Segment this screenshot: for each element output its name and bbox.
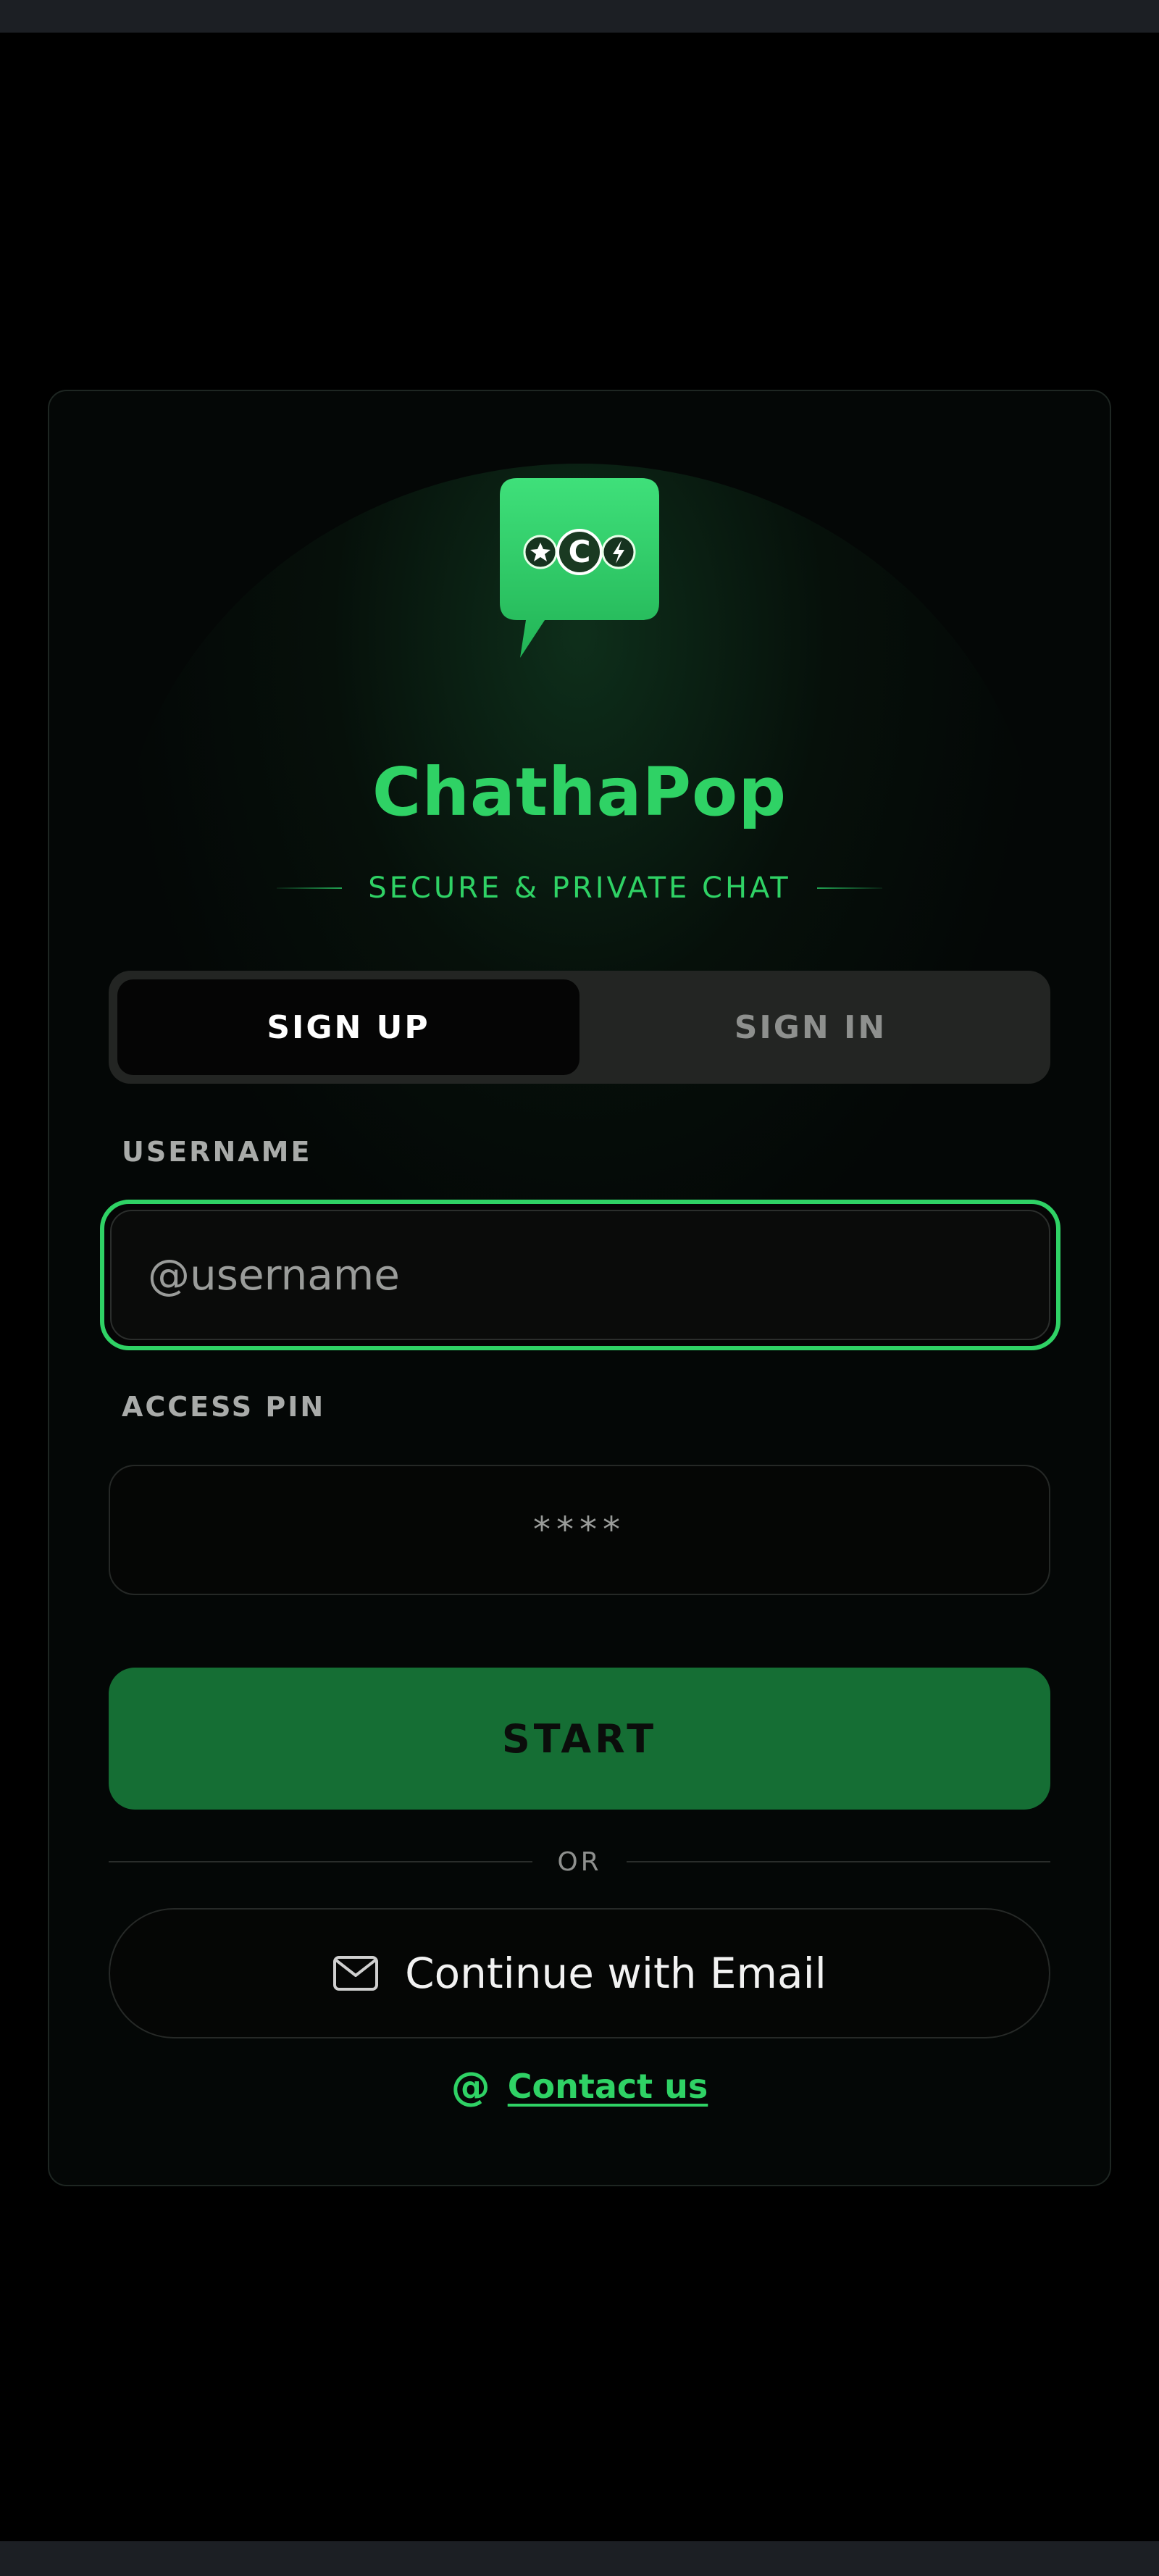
contact-us-link[interactable]: Contact us <box>508 2067 708 2106</box>
navigation-bar <box>0 2541 1159 2576</box>
tab-sign-up[interactable]: SIGN UP <box>117 979 580 1075</box>
or-line-right <box>626 1861 1051 1862</box>
tagline-divider-left <box>277 887 343 889</box>
tab-sign-in[interactable]: SIGN IN <box>580 979 1042 1075</box>
start-button[interactable]: START <box>109 1668 1050 1810</box>
status-bar <box>0 0 1159 33</box>
or-text: OR <box>557 1847 602 1877</box>
or-divider: OR <box>109 1840 1051 1883</box>
at-icon: @ <box>451 2063 490 2109</box>
auth-tabs: SIGN UP SIGN IN <box>109 971 1050 1084</box>
username-label: USERNAME <box>122 1136 312 1168</box>
tagline-divider-right <box>816 887 882 889</box>
username-field-focus-ring <box>100 1200 1060 1350</box>
svg-text:C: C <box>569 534 591 569</box>
username-input[interactable] <box>110 1210 1050 1340</box>
tagline: SECURE & PRIVATE CHAT <box>368 871 791 905</box>
tagline-row: SECURE & PRIVATE CHAT <box>0 866 1159 910</box>
app-title: ChathaPop <box>372 753 787 831</box>
email-button-label: Continue with Email <box>405 1949 827 1998</box>
chat-bubble-logo-icon: C <box>500 478 659 658</box>
continue-with-email-button[interactable]: Continue with Email <box>109 1908 1050 2038</box>
or-line-left <box>109 1861 533 1862</box>
pin-label: ACCESS PIN <box>122 1391 326 1423</box>
mail-icon <box>333 1956 379 1991</box>
contact-row: @ Contact us <box>0 2057 1159 2115</box>
pin-input[interactable] <box>109 1465 1050 1595</box>
